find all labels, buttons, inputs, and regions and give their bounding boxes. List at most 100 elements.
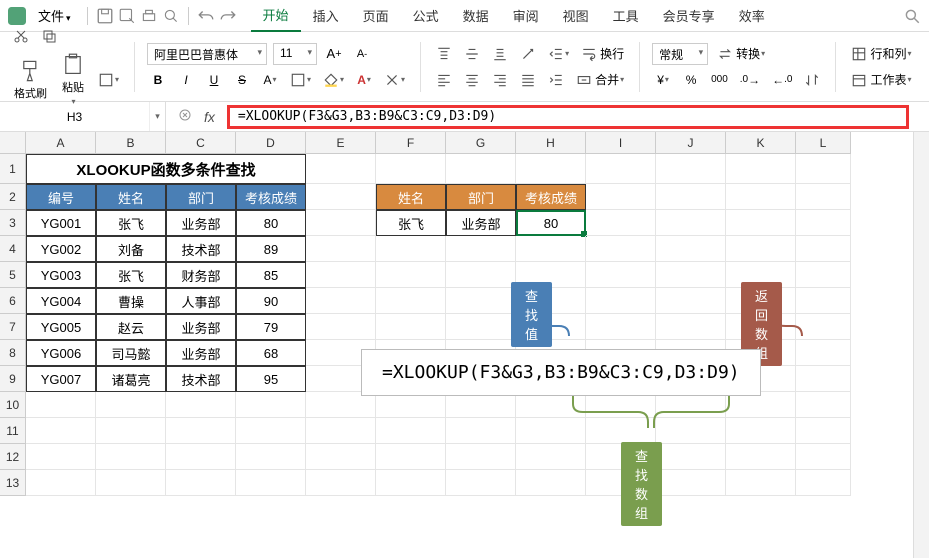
dec-inc-icon[interactable]: .0→ — [737, 69, 763, 91]
currency-icon[interactable]: ¥ — [652, 69, 674, 91]
justify-icon[interactable] — [517, 69, 539, 91]
tab-data[interactable]: 数据 — [451, 0, 501, 31]
select-all-corner[interactable] — [0, 132, 26, 154]
data-cell[interactable]: 技术部 — [166, 236, 236, 262]
clipboard-more-icon[interactable] — [95, 69, 122, 91]
row-header[interactable]: 13 — [0, 470, 26, 496]
data-cell[interactable]: YG002 — [26, 236, 96, 262]
align-middle-icon[interactable] — [461, 43, 483, 65]
data-cell[interactable]: 90 — [236, 288, 306, 314]
tab-formula[interactable]: 公式 — [401, 0, 451, 31]
convert-button[interactable]: 转换 — [714, 43, 768, 65]
col-header[interactable]: D — [236, 132, 306, 154]
data-cell[interactable]: 68 — [236, 340, 306, 366]
worksheet-button[interactable]: 工作表 — [848, 69, 914, 91]
data-cell[interactable]: 诸葛亮 — [96, 366, 166, 392]
data-cell[interactable]: 89 — [236, 236, 306, 262]
font-shrink-icon[interactable]: A- — [351, 43, 373, 65]
percent-icon[interactable]: % — [680, 69, 702, 91]
preview-icon[interactable] — [162, 7, 180, 25]
data-cell[interactable]: YG005 — [26, 314, 96, 340]
tab-efficiency[interactable]: 效率 — [727, 0, 777, 31]
row-header[interactable]: 6 — [0, 288, 26, 314]
col-header[interactable]: J — [656, 132, 726, 154]
cut-icon[interactable] — [10, 25, 32, 47]
comma-icon[interactable]: 000 — [708, 69, 731, 91]
formula-input[interactable]: =XLOOKUP(F3&G3,B3:B9&C3:C9,D3:D9) — [227, 105, 909, 129]
col-header[interactable]: I — [586, 132, 656, 154]
col-header[interactable]: K — [726, 132, 796, 154]
data-cell[interactable]: 业务部 — [166, 340, 236, 366]
row-header[interactable]: 12 — [0, 444, 26, 470]
header-cell[interactable]: 部门 — [166, 184, 236, 210]
data-cell[interactable]: YG007 — [26, 366, 96, 392]
row-header[interactable]: 10 — [0, 392, 26, 418]
strike-icon[interactable]: S — [231, 69, 253, 91]
paste-button[interactable]: 粘贴 — [57, 51, 89, 108]
cell-reference[interactable]: H3 ▾ — [0, 102, 166, 131]
indent-dec-icon[interactable] — [545, 43, 572, 65]
data-cell[interactable]: 张飞 — [96, 210, 166, 236]
search-icon[interactable] — [903, 7, 921, 25]
border-icon[interactable] — [287, 69, 314, 91]
font-more-icon[interactable]: A — [259, 69, 281, 91]
align-right-icon[interactable] — [489, 69, 511, 91]
data-cell[interactable]: 人事部 — [166, 288, 236, 314]
row-header[interactable]: 3 — [0, 210, 26, 236]
data-cell[interactable]: YG004 — [26, 288, 96, 314]
tab-view[interactable]: 视图 — [551, 0, 601, 31]
data-cell[interactable]: 曹操 — [96, 288, 166, 314]
col-header[interactable]: A — [26, 132, 96, 154]
header-cell[interactable]: 考核成绩 — [516, 184, 586, 210]
data-cell[interactable]: 张飞 — [96, 262, 166, 288]
font-grow-icon[interactable]: A+ — [323, 43, 345, 65]
tab-insert[interactable]: 插入 — [301, 0, 351, 31]
col-header[interactable]: B — [96, 132, 166, 154]
save-as-icon[interactable] — [118, 7, 136, 25]
type-convert-icon[interactable] — [801, 69, 823, 91]
cancel-formula-icon[interactable] — [178, 108, 192, 125]
tab-page[interactable]: 页面 — [351, 0, 401, 31]
wrap-text-button[interactable]: 换行 — [578, 43, 627, 65]
header-cell[interactable]: 姓名 — [376, 184, 446, 210]
row-header[interactable]: 5 — [0, 262, 26, 288]
col-header[interactable]: E — [306, 132, 376, 154]
tab-home[interactable]: 开始 — [251, 0, 301, 32]
header-cell[interactable]: 编号 — [26, 184, 96, 210]
align-top-icon[interactable] — [433, 43, 455, 65]
data-cell[interactable]: 技术部 — [166, 366, 236, 392]
data-cell[interactable]: 业务部 — [166, 314, 236, 340]
fx-icon[interactable]: fx — [204, 109, 215, 125]
col-header[interactable]: L — [796, 132, 851, 154]
data-cell[interactable]: YG001 — [26, 210, 96, 236]
col-header[interactable]: G — [446, 132, 516, 154]
fill-color-icon[interactable] — [320, 69, 347, 91]
cell-ref-dropdown-icon[interactable]: ▾ — [149, 102, 165, 131]
italic-icon[interactable]: I — [175, 69, 197, 91]
wps-logo[interactable] — [8, 7, 26, 25]
merge-button[interactable]: 合并 — [573, 69, 627, 91]
font-name-select[interactable]: 阿里巴巴普惠体 — [147, 43, 267, 65]
indent-inc-icon[interactable] — [545, 69, 567, 91]
row-header[interactable]: 8 — [0, 340, 26, 366]
col-header[interactable]: F — [376, 132, 446, 154]
header-cell[interactable]: 姓名 — [96, 184, 166, 210]
header-cell[interactable]: 部门 — [446, 184, 516, 210]
title-cell[interactable]: XLOOKUP函数多条件查找 — [26, 154, 306, 184]
print-icon[interactable] — [140, 7, 158, 25]
copy-icon[interactable] — [38, 25, 60, 47]
font-color-icon[interactable]: A — [353, 69, 375, 91]
save-icon[interactable] — [96, 7, 114, 25]
data-cell[interactable]: 业务部 — [166, 210, 236, 236]
row-col-button[interactable]: 行和列 — [848, 43, 914, 65]
underline-icon[interactable]: U — [203, 69, 225, 91]
number-format-select[interactable]: 常规 — [652, 43, 708, 65]
col-header[interactable]: C — [166, 132, 236, 154]
align-bottom-icon[interactable] — [489, 43, 511, 65]
data-cell[interactable]: 张飞 — [376, 210, 446, 236]
row-header[interactable]: 9 — [0, 366, 26, 392]
undo-icon[interactable] — [197, 7, 215, 25]
data-cell[interactable]: 司马懿 — [96, 340, 166, 366]
header-cell[interactable]: 考核成绩 — [236, 184, 306, 210]
clear-format-icon[interactable] — [381, 69, 408, 91]
